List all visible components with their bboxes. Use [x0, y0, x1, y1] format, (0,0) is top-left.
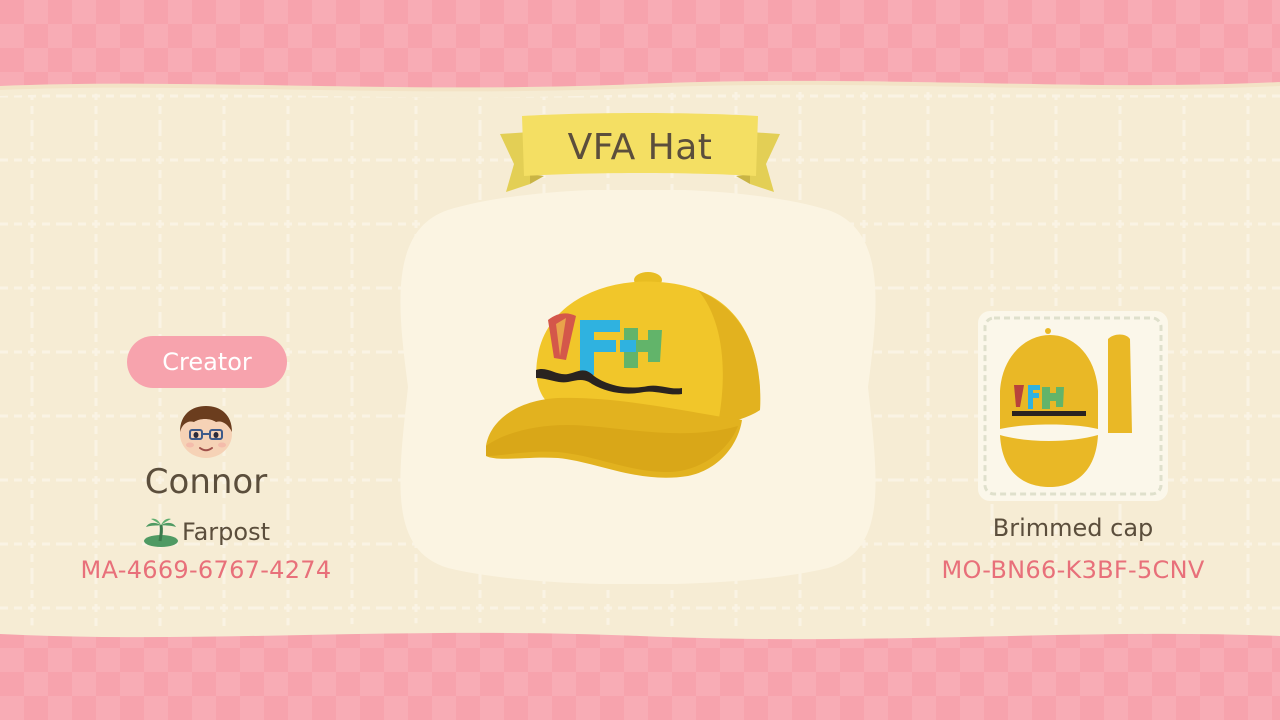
- creator-island: Farpost: [60, 514, 352, 550]
- design-code: MO-BN66-K3BF-5CNV: [941, 556, 1205, 584]
- hat-preview[interactable]: [398, 190, 878, 584]
- item-type: Brimmed cap: [992, 514, 1154, 542]
- villager-face-icon: [180, 406, 232, 458]
- creator-badge: Creator: [127, 336, 287, 388]
- creator-badge-label: Creator: [162, 348, 252, 376]
- pattern-thumbnail[interactable]: [978, 311, 1168, 501]
- island-name: Farpost: [181, 518, 270, 546]
- creator-name: Connor: [144, 462, 268, 502]
- design-title: VFA Hat: [567, 126, 713, 168]
- creator-code: MA-4669-6767-4274: [80, 556, 332, 584]
- palm-tree-island-icon: [143, 518, 178, 547]
